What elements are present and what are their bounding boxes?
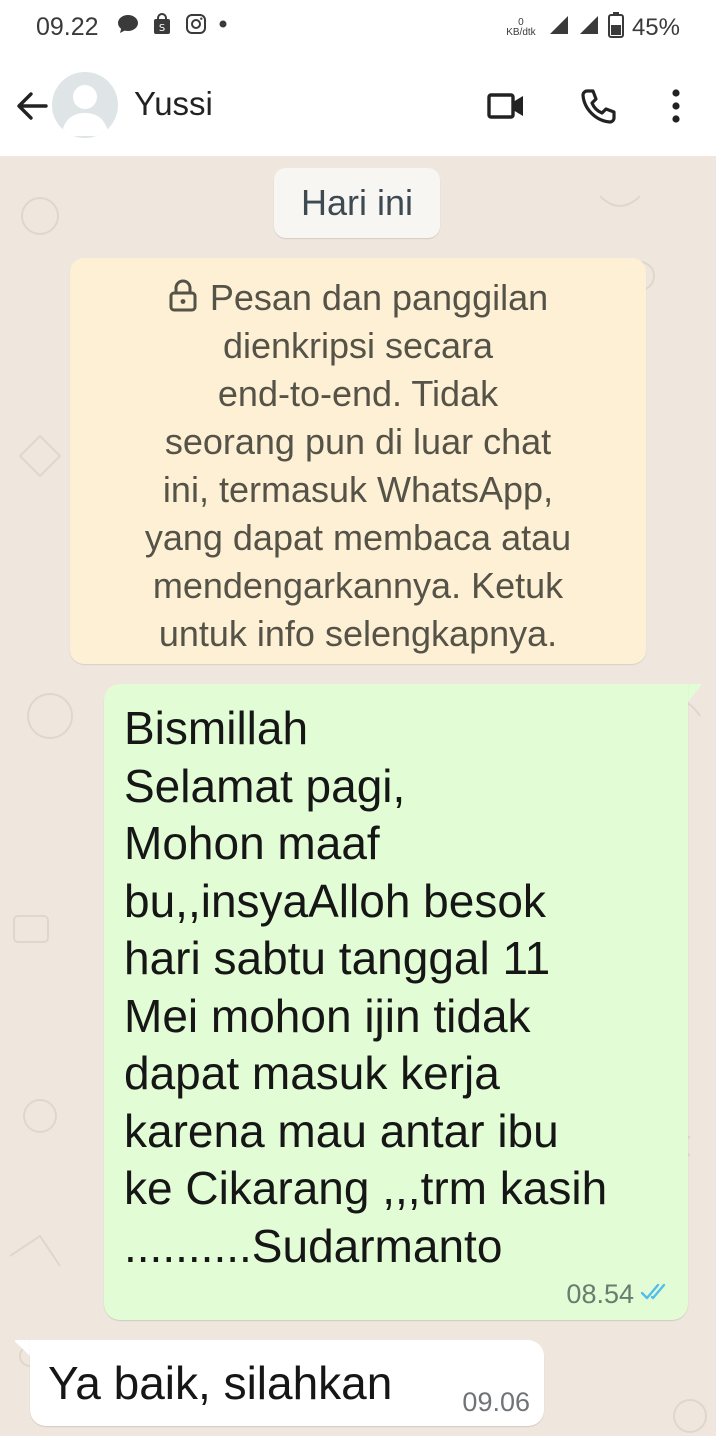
video-call-icon[interactable] bbox=[484, 84, 528, 128]
encryption-notice-text: Pesan dan panggilan bbox=[209, 277, 549, 318]
message-meta: 08.54 bbox=[566, 1279, 672, 1310]
data-rate-unit: KB/dtk bbox=[506, 26, 536, 38]
encryption-notice-line: mendengarkannya. Ketuk bbox=[152, 565, 564, 606]
battery-percent: 45% bbox=[631, 13, 680, 41]
encryption-notice-line: untuk info selengkapnya. bbox=[158, 613, 558, 654]
system-status-icons: 0 KB/dtk 45% bbox=[502, 12, 680, 43]
outgoing-bubble-tail bbox=[688, 684, 702, 702]
message-line: karena mau antar ibu bbox=[124, 1104, 559, 1157]
message-time: 08.54 bbox=[566, 1279, 634, 1309]
read-receipt-icon bbox=[640, 1281, 672, 1308]
status-time: 09.22 bbox=[36, 13, 99, 41]
encryption-notice-line: Pesan dan panggilan bbox=[70, 274, 646, 322]
message-line: hari sabtu tanggal 11 bbox=[124, 932, 551, 984]
more-notifications-dot-icon bbox=[218, 12, 228, 41]
message-line: Mohon maaf bbox=[124, 817, 380, 869]
notification-icons: S bbox=[116, 12, 228, 41]
more-options-icon[interactable] bbox=[654, 84, 698, 128]
battery-icon bbox=[607, 12, 624, 43]
message-line: ..........Sudarmanto bbox=[124, 1219, 503, 1272]
back-arrow-icon[interactable] bbox=[10, 84, 54, 128]
message-line: bu,,insyaAlloh besok bbox=[124, 874, 546, 927]
encryption-notice-line: ini, termasuk WhatsApp, bbox=[162, 469, 554, 510]
avatar[interactable] bbox=[52, 72, 118, 138]
incoming-message-bubble[interactable]: Ya baik, silahkan 09.06 bbox=[30, 1340, 544, 1426]
encryption-notice-line: seorang pun di luar chat bbox=[164, 421, 552, 462]
encryption-notice[interactable]: Pesan dan panggilan dienkripsi secara en… bbox=[70, 258, 646, 664]
message-line: Mei mohon ijin tidak bbox=[124, 989, 531, 1042]
encryption-notice-line: end-to-end. Tidak bbox=[217, 373, 499, 414]
signal-icon bbox=[548, 14, 570, 41]
encryption-notice-line: dienkripsi secara bbox=[222, 325, 494, 366]
chat-header: Yussi bbox=[0, 56, 716, 156]
instagram-icon bbox=[184, 12, 208, 41]
voice-call-icon[interactable] bbox=[576, 84, 620, 128]
date-separator: Hari ini bbox=[274, 168, 440, 238]
lock-icon bbox=[169, 279, 197, 312]
message-text: Bismillah Selamat pagi, Mohon maaf bu,,i… bbox=[124, 700, 607, 1275]
outgoing-message-bubble[interactable]: Bismillah Selamat pagi, Mohon maaf bu,,i… bbox=[104, 684, 688, 1320]
signal-icon bbox=[578, 14, 600, 41]
message-line: dapat masuk kerja bbox=[124, 1047, 500, 1099]
message-text: Ya baik, silahkan bbox=[48, 1357, 393, 1409]
message-line: Selamat pagi, bbox=[124, 759, 406, 812]
contact-name[interactable]: Yussi bbox=[134, 85, 213, 123]
message-line: Bismillah bbox=[124, 702, 309, 754]
message-line: ke Cikarang ,,,trm kasih bbox=[124, 1162, 608, 1214]
chat-area[interactable]: Hari ini Pesan dan panggilan dienkripsi … bbox=[0, 156, 716, 1436]
encryption-notice-line: yang dapat membaca atau bbox=[144, 517, 572, 558]
data-rate-value: 0 bbox=[518, 16, 524, 28]
status-bar: 09.22 S 0 KB/dtk 45% bbox=[0, 0, 716, 56]
message-time: 09.06 bbox=[462, 1387, 530, 1417]
shopping-bag-icon: S bbox=[150, 12, 174, 41]
svg-text:S: S bbox=[159, 23, 165, 34]
data-rate: 0 KB/dtk bbox=[502, 16, 540, 38]
chat-notification-icon bbox=[116, 12, 140, 41]
